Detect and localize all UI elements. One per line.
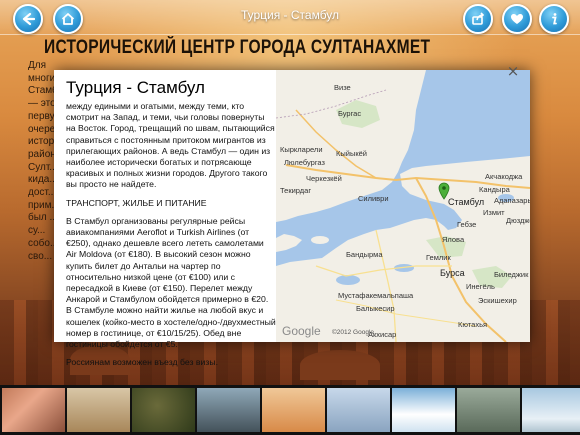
map-label: Кандыра bbox=[479, 185, 510, 194]
share-icon bbox=[472, 12, 485, 25]
back-arrow-icon bbox=[22, 12, 35, 26]
map-label: Измит bbox=[483, 208, 505, 217]
map-label: Гемлик bbox=[426, 253, 451, 262]
thumbnail-photo[interactable] bbox=[392, 388, 455, 432]
info-button[interactable] bbox=[539, 4, 569, 34]
popup-paragraph: В Стамбул организованы регулярные рейсы … bbox=[66, 215, 276, 350]
map-label: Ялова bbox=[442, 235, 465, 244]
map-label: Бандырма bbox=[346, 250, 383, 259]
map-label: Кыркларели bbox=[280, 145, 323, 154]
map-label: Текирдаг bbox=[280, 186, 312, 195]
thumbnail-photo[interactable] bbox=[327, 388, 390, 432]
map-label: Инегёль bbox=[466, 282, 495, 291]
info-icon bbox=[552, 13, 557, 25]
map-label: Балыкесир bbox=[356, 304, 395, 313]
map-copyright: ©2012 Google bbox=[332, 329, 375, 336]
thumbnail-photo[interactable] bbox=[67, 388, 130, 432]
map-label: Черкезкёй bbox=[306, 174, 342, 183]
map-label: Эскишехир bbox=[478, 296, 517, 305]
map-label-istanbul: Стамбул bbox=[448, 197, 485, 207]
thumbnail-photo[interactable] bbox=[132, 388, 195, 432]
home-button[interactable] bbox=[53, 4, 83, 34]
popup-paragraph: Россиянам возможен въезд без визы. bbox=[66, 357, 218, 368]
top-bar: Турция - Стамбул bbox=[0, 0, 580, 35]
article-heading: ИСТОРИЧЕСКИЙ ЦЕНТР ГОРОДА СУЛТАНАХМЕТ bbox=[44, 37, 431, 58]
thumbnail-photo[interactable] bbox=[2, 388, 65, 432]
map-label: Визе bbox=[334, 83, 351, 92]
map-view[interactable]: Визе Бургас Кыркларели Люлебургаз Кыйыкё… bbox=[276, 70, 530, 342]
map-label: Бургас bbox=[338, 109, 362, 118]
map-label: Силиври bbox=[358, 194, 389, 203]
thumbnail-photo[interactable] bbox=[197, 388, 260, 432]
info-popup: Турция - Стамбул между едиными и огатыми… bbox=[54, 70, 530, 367]
share-button[interactable] bbox=[463, 4, 493, 34]
map-label: Кыйыкёй bbox=[336, 149, 367, 158]
photo-filmstrip bbox=[0, 385, 580, 435]
map-label: Мустафакемальпаша bbox=[338, 291, 414, 300]
map-label: Люлебургаз bbox=[284, 158, 325, 167]
popup-text-column: Турция - Стамбул между едиными и огатыми… bbox=[66, 78, 276, 375]
popup-section-heading: ТРАНСПОРТ, ЖИЛЬЕ И ПИТАНИЕ bbox=[66, 197, 207, 208]
mosque-dome bbox=[300, 350, 380, 380]
map-label: Гебзе bbox=[457, 220, 477, 229]
map-label: Кютахья bbox=[458, 320, 488, 329]
app-title: Турция - Стамбул bbox=[240, 8, 340, 22]
map-label: Дюздже bbox=[506, 216, 530, 225]
map-label: Акчакоджа bbox=[485, 172, 523, 181]
back-button[interactable] bbox=[13, 4, 43, 34]
thumbnail-photo[interactable] bbox=[457, 388, 520, 432]
popup-paragraph: между едиными и огатыми, между теми, кто… bbox=[66, 101, 275, 190]
home-icon bbox=[61, 13, 75, 25]
map-label: Биледжик bbox=[494, 270, 529, 279]
google-logo: Google bbox=[282, 324, 321, 338]
heart-icon bbox=[511, 14, 523, 24]
popup-title: Турция - Стамбул bbox=[66, 78, 205, 97]
close-icon[interactable]: × bbox=[505, 63, 521, 79]
thumbnail-photo[interactable] bbox=[522, 388, 580, 432]
thumbnail-photo[interactable] bbox=[262, 388, 325, 432]
favorite-button[interactable] bbox=[502, 4, 532, 34]
map-label: Адапазары bbox=[494, 196, 530, 205]
map-label: Бурса bbox=[440, 268, 465, 278]
